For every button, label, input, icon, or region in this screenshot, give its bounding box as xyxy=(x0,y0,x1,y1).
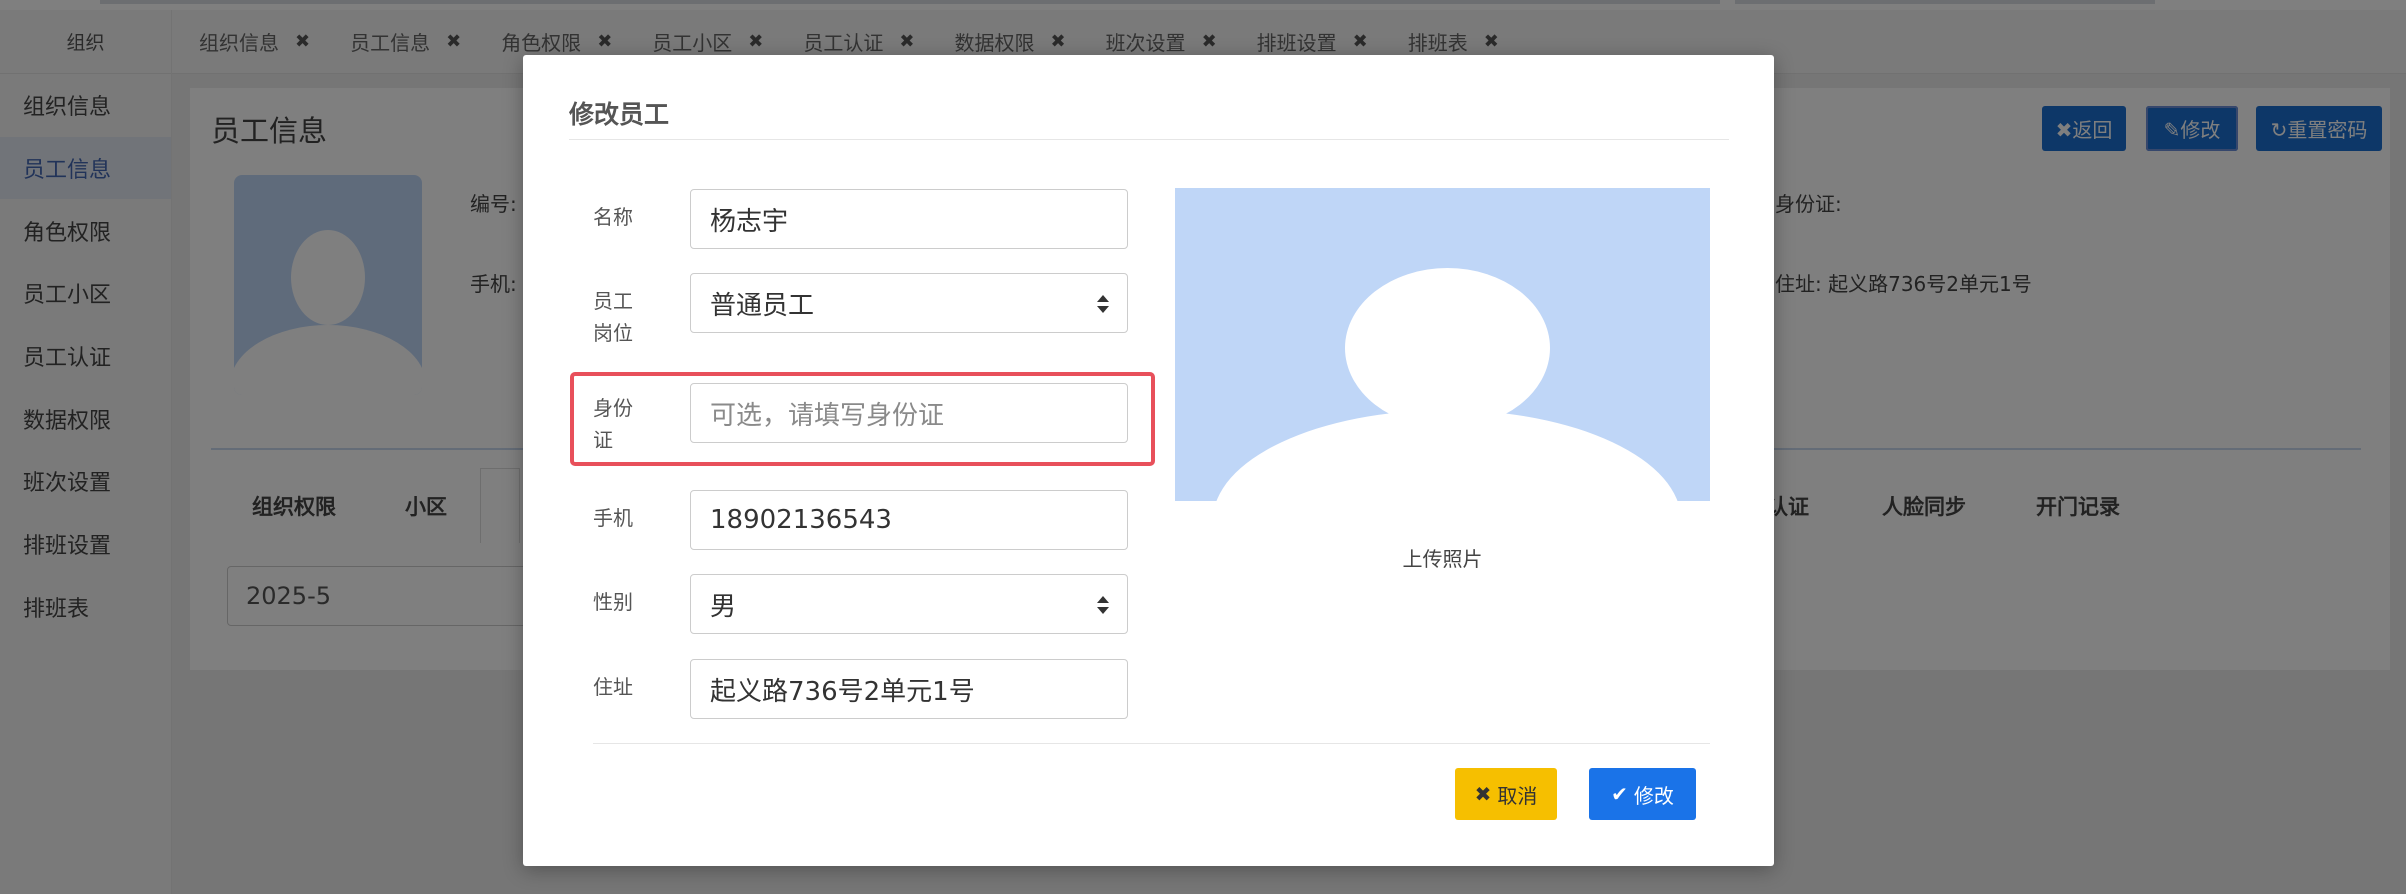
position-label-line1: 员工 xyxy=(593,289,633,313)
position-select-value: 普通员工 xyxy=(710,290,815,321)
submit-edit-button-label: 修改 xyxy=(1633,783,1674,808)
position-label-line2: 岗位 xyxy=(593,321,633,345)
name-field[interactable]: 杨志宇 xyxy=(690,189,1128,249)
phone-field[interactable]: 18902136543 xyxy=(690,490,1128,550)
photo-head-shape xyxy=(1345,268,1550,428)
check-icon: ✔ xyxy=(1611,782,1628,806)
idcard-label-line2: 证 xyxy=(593,428,613,452)
footer-divider xyxy=(593,743,1710,744)
name-label: 名称 xyxy=(593,205,633,229)
idcard-label-line1: 身份 xyxy=(593,396,633,420)
photo-preview[interactable] xyxy=(1175,188,1710,501)
select-arrows-icon xyxy=(1097,295,1109,313)
address-label: 住址 xyxy=(593,675,633,699)
upload-photo-label[interactable]: 上传照片 xyxy=(1175,543,1710,572)
position-select[interactable]: 普通员工 xyxy=(690,273,1128,333)
gender-label: 性别 xyxy=(593,590,633,614)
idcard-field[interactable]: 可选，请填写身份证 xyxy=(690,383,1128,443)
photo-body-shape xyxy=(1213,410,1681,501)
select-arrows-icon xyxy=(1097,596,1109,614)
cancel-button[interactable]: ✖ 取消 xyxy=(1455,768,1557,820)
close-icon: ✖ xyxy=(1474,782,1492,806)
submit-edit-button[interactable]: ✔ 修改 xyxy=(1589,768,1696,820)
edit-staff-modal: 修改员工 名称 杨志宇 员工 岗位 普通员工 身份证 可选，请填写身份证 手机 1… xyxy=(523,55,1774,866)
cancel-button-label: 取消 xyxy=(1497,783,1538,808)
modal-divider xyxy=(569,139,1729,140)
position-label: 员工 岗位 xyxy=(593,285,633,349)
address-field[interactable]: 起义路736号2单元1号 xyxy=(690,659,1128,719)
gender-select[interactable]: 男 xyxy=(690,574,1128,634)
idcard-label: 身份证 xyxy=(593,392,633,456)
modal-title: 修改员工 xyxy=(569,100,670,129)
phone-label: 手机 xyxy=(593,506,633,530)
gender-select-value: 男 xyxy=(710,591,737,622)
